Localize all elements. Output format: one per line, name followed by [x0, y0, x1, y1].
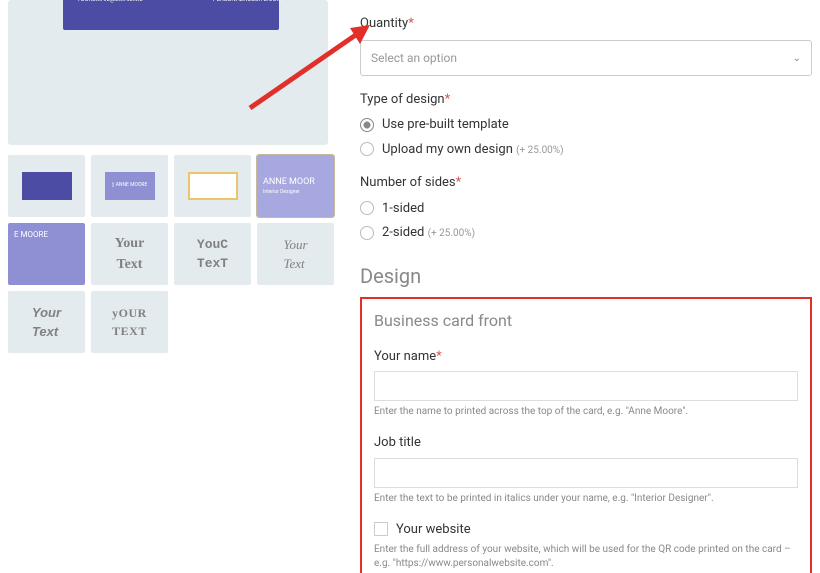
website-checkbox-row[interactable]: Your website — [374, 520, 798, 540]
design-heading: Design — [360, 261, 812, 291]
name-input[interactable] — [374, 371, 798, 401]
radio-icon — [360, 118, 374, 132]
thumbnail-1[interactable] — [8, 155, 85, 217]
sides-label: Number of sides* — [360, 173, 812, 193]
quantity-label: Quantity* — [360, 14, 812, 34]
sides-option-1[interactable]: 1-sided — [360, 199, 812, 219]
checkbox-icon — [374, 522, 388, 536]
font-sample-1: Your Text — [115, 233, 145, 275]
thumbnail-7[interactable]: YouC TexT — [174, 223, 251, 285]
job-input[interactable] — [374, 458, 798, 488]
font-sample-4: Your Text — [32, 303, 61, 342]
sides-option-2[interactable]: 2-sided (+ 25.00%) — [360, 223, 812, 243]
thumbnail-3[interactable] — [174, 155, 251, 217]
thumb4-role: Interior Designer — [263, 189, 300, 197]
thumbnail-5[interactable]: E MOORE — [8, 223, 85, 285]
job-label: Job title — [374, 433, 798, 453]
thumbnail-grid: ▯ ANNE MOORE ANNE MOORInterior Designer … — [8, 155, 348, 353]
quantity-select[interactable]: Select an option ⌄ — [360, 40, 812, 76]
radio-label-1sided: 1-sided — [382, 199, 424, 219]
thumb4-name: ANNE MOOR — [263, 176, 315, 190]
thumb5-name: E MOORE — [14, 230, 48, 239]
radio-icon — [360, 142, 374, 156]
name-hint: Enter the name to printed across the top… — [374, 405, 798, 419]
thumbnail-6[interactable]: Your Text — [91, 223, 168, 285]
radio-icon — [360, 201, 374, 215]
radio-label-upload: Upload my own design (+ 25.00%) — [382, 140, 564, 160]
thumbnail-4[interactable]: ANNE MOORInterior Designer — [257, 155, 334, 217]
thumb2-text: ▯ ANNE MOORE — [112, 182, 148, 190]
radio-label-2sided: 2-sided (+ 25.00%) — [382, 223, 475, 243]
product-preview-main: HAMILTONS AVENUE 1602+2233 (0) 3472 4952… — [8, 0, 328, 145]
job-hint: Enter the text to be printed in italics … — [374, 492, 798, 506]
font-sample-2: YouC TexT — [197, 235, 228, 274]
radio-label-template: Use pre-built template — [382, 115, 509, 135]
name-label: Your name* — [374, 347, 798, 367]
business-card-preview: HAMILTONS AVENUE 1602+2233 (0) 3472 4952… — [63, 0, 279, 30]
design-highlight-box: Business card front Your name* Enter the… — [360, 297, 812, 573]
design-type-label: Type of design* — [360, 90, 812, 110]
quantity-placeholder: Select an option — [371, 51, 457, 65]
design-type-option-upload[interactable]: Upload my own design (+ 25.00%) — [360, 140, 812, 160]
website-hint: Enter the full address of your website, … — [374, 543, 798, 571]
preview-email: YOUREMAIL@EMAIL.ME — [77, 0, 143, 3]
thumbnail-10[interactable]: yOUR TEXT — [91, 291, 168, 353]
font-sample-3: Your Text — [283, 235, 307, 274]
website-label: Your website — [396, 520, 471, 540]
chevron-down-icon: ⌄ — [793, 51, 801, 66]
preview-website: PERSONALWEBSITE.COM — [213, 0, 282, 3]
radio-icon — [360, 226, 374, 240]
design-type-option-template[interactable]: Use pre-built template — [360, 115, 812, 135]
front-heading: Business card front — [374, 309, 798, 333]
font-sample-5: yOUR TEXT — [112, 304, 147, 340]
thumbnail-8[interactable]: Your Text — [257, 223, 334, 285]
thumbnail-2[interactable]: ▯ ANNE MOORE — [91, 155, 168, 217]
thumbnail-9[interactable]: Your Text — [8, 291, 85, 353]
